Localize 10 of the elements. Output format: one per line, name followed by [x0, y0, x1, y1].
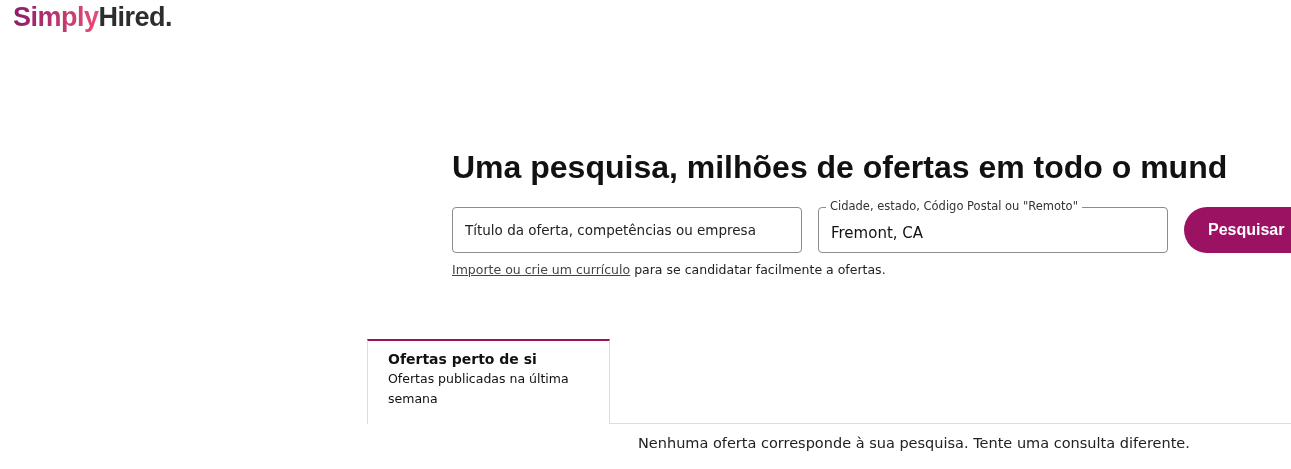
location-field-label: Cidade, estado, Código Postal ou "Remoto": [826, 199, 1082, 214]
resume-link[interactable]: Importe ou crie um currículo: [452, 262, 631, 277]
page-heading: Uma pesquisa, milhões de ofertas em todo o mund: [452, 148, 1229, 187]
tab-title: Ofertas perto de si: [388, 351, 538, 367]
search-button[interactable]: Pesquisar: [1184, 207, 1291, 253]
resume-hint-text: para se candidatar facilmente a ofertas.: [634, 262, 886, 277]
no-results-message: Nenhuma oferta corresponde à sua pesquisa. Tente uma consulta diferente.: [638, 435, 1191, 451]
tab-subtitle: Ofertas publicadas na última semana: [388, 370, 570, 408]
results-tab[interactable]: Ofertas perto de si Ofertas publicadas na última semana: [367, 339, 610, 424]
job-title-field[interactable]: Título da oferta, competências ou empresa: [452, 207, 802, 253]
